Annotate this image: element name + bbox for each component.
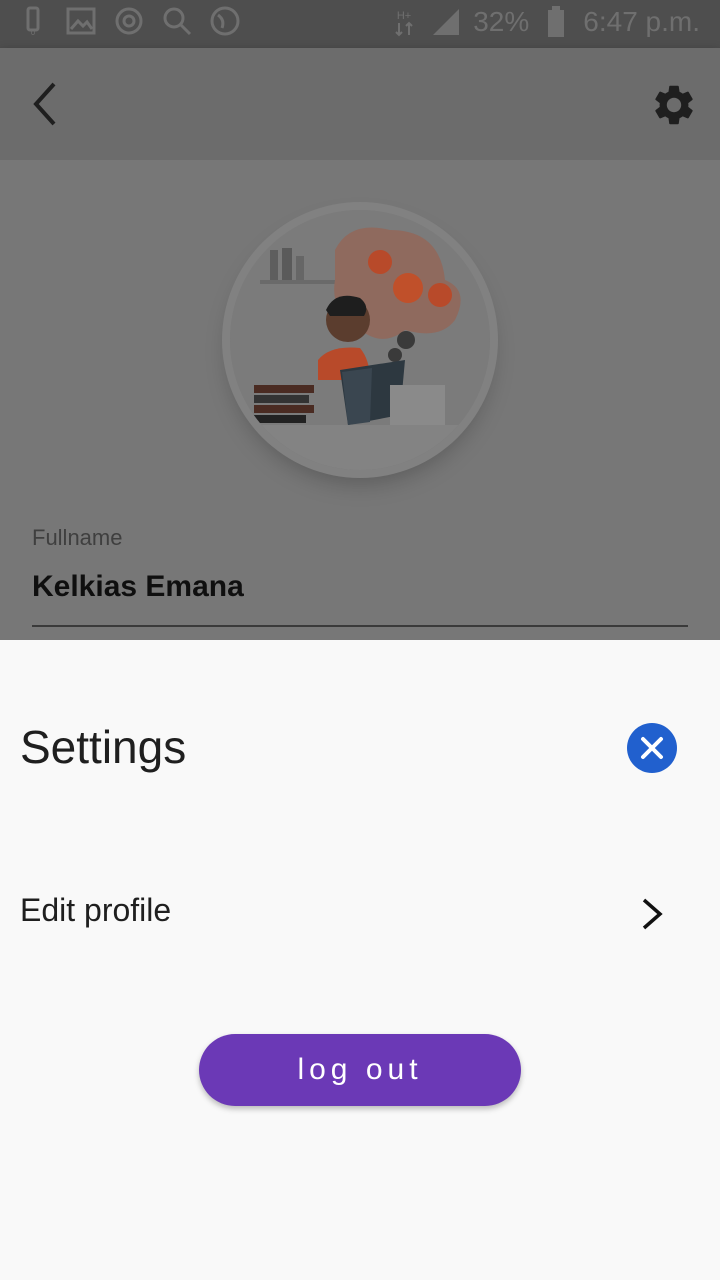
chevron-left-icon xyxy=(33,82,56,126)
sheet-title: Settings xyxy=(20,721,187,773)
signal-icon xyxy=(431,7,461,37)
settings-sheet: Settings Edit profile log out xyxy=(0,640,720,1280)
target-icon xyxy=(114,6,144,36)
close-button[interactable] xyxy=(627,723,677,773)
field-underline xyxy=(32,625,688,627)
svg-text:0: 0 xyxy=(31,28,36,36)
avatar xyxy=(230,210,490,470)
profile-content: Fullname Kelkias Emana xyxy=(0,160,720,640)
search-icon xyxy=(162,6,192,36)
gallery-icon xyxy=(66,6,96,36)
edit-profile-row[interactable]: Edit profile xyxy=(0,880,720,946)
chevron-right-icon xyxy=(636,896,668,932)
back-button[interactable] xyxy=(24,78,68,130)
logout-button[interactable]: log out xyxy=(199,1034,521,1106)
battery-percent: 32% xyxy=(473,6,530,37)
globe-icon xyxy=(210,6,240,36)
settings-button[interactable] xyxy=(650,81,698,129)
fullname-value[interactable]: Kelkias Emana xyxy=(32,570,244,604)
fullname-label: Fullname xyxy=(32,525,123,550)
battery-icon xyxy=(541,6,571,37)
data-icon: 0 xyxy=(18,6,48,36)
hplus-network-icon: H+ xyxy=(389,7,419,37)
edit-profile-label: Edit profile xyxy=(20,892,172,928)
clock-time: 6:47 p.m. xyxy=(583,6,700,37)
close-icon xyxy=(641,737,663,759)
gear-icon xyxy=(655,85,693,125)
screen: 0 H+ 32% 6:47 p.m. Fullname Kelkias Eman… xyxy=(0,0,720,1280)
reading-student-illustration xyxy=(230,210,490,470)
svg-text:H+: H+ xyxy=(397,10,411,22)
app-bar xyxy=(0,48,720,160)
status-bar: 0 H+ 32% 6:47 p.m. xyxy=(0,0,720,48)
